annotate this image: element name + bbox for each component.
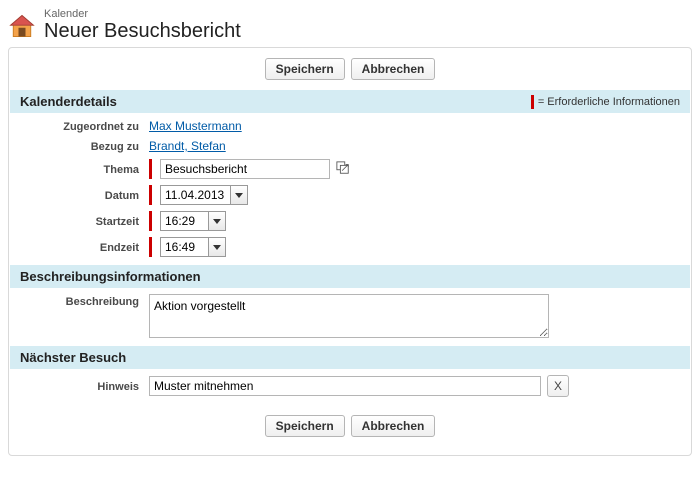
date-input[interactable] xyxy=(160,185,230,205)
hint-input[interactable] xyxy=(149,376,541,396)
label-start-time: Startzeit xyxy=(19,214,149,228)
section-header-description: Beschreibungsinformationen xyxy=(10,265,690,288)
page-title: Neuer Besuchsbericht xyxy=(44,20,241,43)
required-marker-icon xyxy=(149,211,152,231)
start-time-input[interactable] xyxy=(160,211,208,231)
description-textarea[interactable] xyxy=(149,294,549,338)
section-title-details: Kalenderdetails xyxy=(20,94,117,109)
save-button[interactable]: Speichern xyxy=(265,58,345,80)
breadcrumb: Kalender xyxy=(44,8,241,20)
label-end-time: Endzeit xyxy=(19,240,149,254)
chevron-down-icon[interactable] xyxy=(208,237,226,257)
label-description: Beschreibung xyxy=(19,294,149,308)
section-header-details: Kalenderdetails = Erforderliche Informat… xyxy=(10,90,690,113)
label-subject: Thema xyxy=(19,162,149,176)
label-assigned-to: Zugeordnet zu xyxy=(19,119,149,133)
end-time-combo[interactable] xyxy=(160,237,226,257)
start-time-combo[interactable] xyxy=(160,211,226,231)
lookup-icon[interactable] xyxy=(336,161,350,178)
required-legend-text: = Erforderliche Informationen xyxy=(538,96,680,108)
label-date: Datum xyxy=(19,188,149,202)
form-panel: Speichern Abbrechen Kalenderdetails = Er… xyxy=(8,47,692,456)
assigned-to-link[interactable]: Max Mustermann xyxy=(149,119,242,133)
chevron-down-icon[interactable] xyxy=(208,211,226,231)
section-title-description: Beschreibungsinformationen xyxy=(20,269,201,284)
clear-hint-button[interactable]: X xyxy=(547,375,569,397)
required-legend: = Erforderliche Informationen xyxy=(531,95,680,109)
cancel-button-bottom[interactable]: Abbrechen xyxy=(351,415,436,437)
required-marker-icon xyxy=(149,237,152,257)
required-bar-icon xyxy=(531,95,534,109)
chevron-down-icon[interactable] xyxy=(230,185,248,205)
cancel-button[interactable]: Abbrechen xyxy=(351,58,436,80)
required-marker-icon xyxy=(149,185,152,205)
subject-input[interactable] xyxy=(160,159,330,179)
end-time-input[interactable] xyxy=(160,237,208,257)
label-related-to: Bezug zu xyxy=(19,139,149,153)
section-header-next-visit: Nächster Besuch xyxy=(10,346,690,369)
label-hint: Hinweis xyxy=(19,379,149,393)
related-to-link[interactable]: Brandt, Stefan xyxy=(149,139,226,153)
date-combo[interactable] xyxy=(160,185,248,205)
section-title-next-visit: Nächster Besuch xyxy=(20,350,126,365)
save-button-bottom[interactable]: Speichern xyxy=(265,415,345,437)
home-icon xyxy=(8,12,36,40)
required-marker-icon xyxy=(149,159,152,179)
